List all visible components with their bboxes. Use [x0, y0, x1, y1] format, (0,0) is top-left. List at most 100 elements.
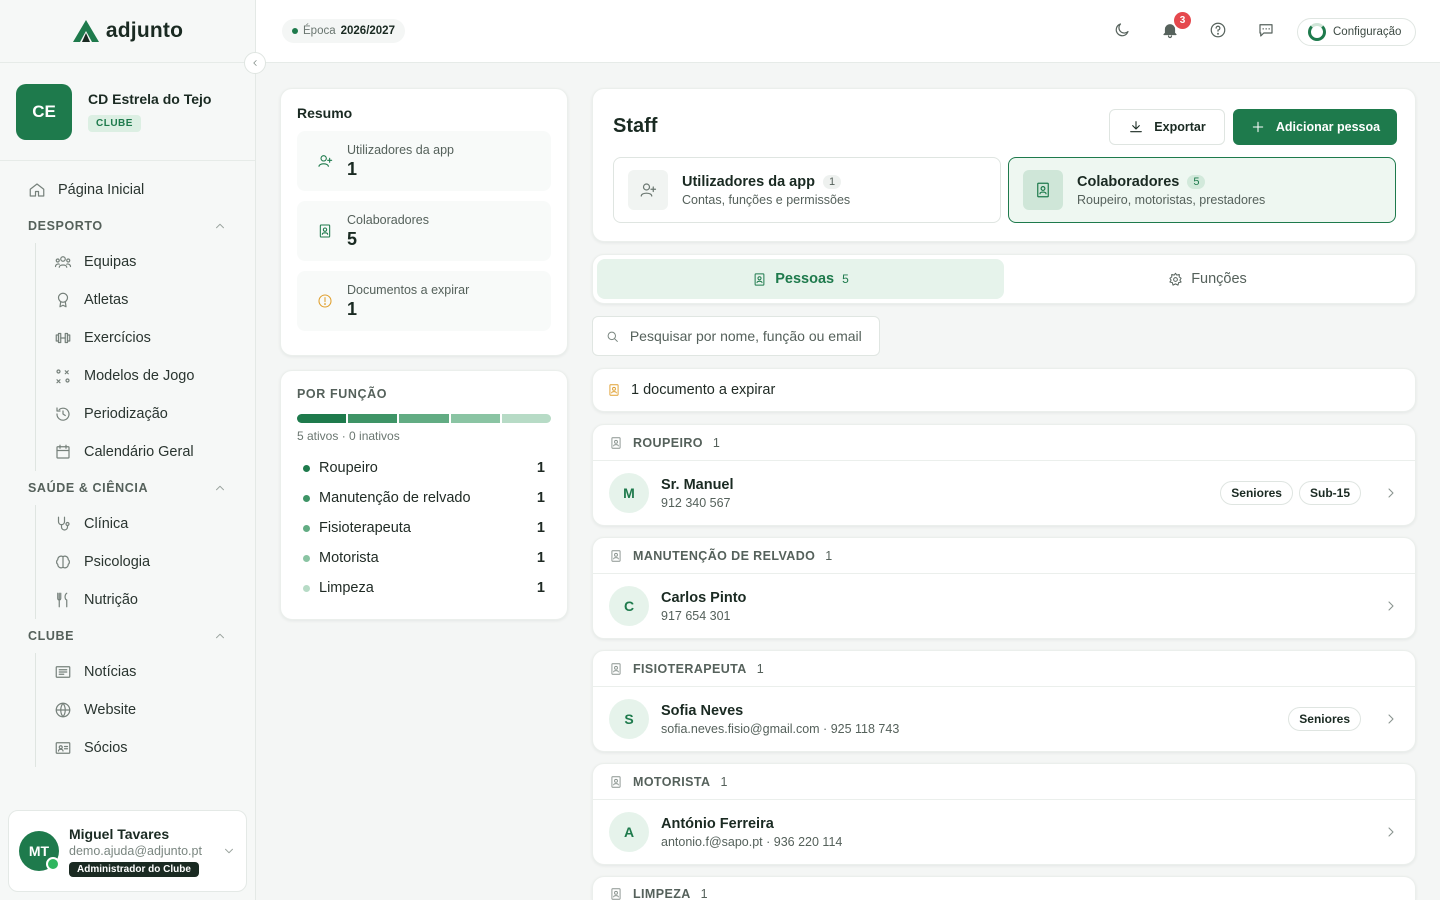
group-count: 1: [712, 435, 721, 450]
role-distribution-bar: [297, 414, 551, 423]
role-count: 1: [536, 490, 545, 506]
role-color-dot: [303, 584, 310, 592]
sidebar-item-website[interactable]: Website: [36, 691, 255, 729]
messages-button[interactable]: [1257, 21, 1275, 39]
help-icon: [1210, 22, 1226, 38]
logo-mark-icon: [72, 20, 99, 42]
user-menu[interactable]: MT Miguel Tavares demo.ajuda@adjunto.pt …: [8, 810, 247, 892]
tab-label: Funções: [1191, 271, 1247, 287]
document-warning-icon: [609, 384, 619, 396]
summary-item-expiring-documents[interactable]: Documentos a expirar 1: [297, 271, 551, 331]
sidebar-item-calendario-geral[interactable]: Calendário Geral: [36, 433, 255, 471]
team-icon: [54, 256, 72, 268]
sidebar-item-exercicios[interactable]: Exercícios: [36, 319, 255, 357]
dark-mode-toggle[interactable]: [1113, 21, 1131, 39]
tabs: Pessoas 5 Funções: [592, 254, 1416, 304]
club-switcher[interactable]: CE CD Estrela do Tejo CLUBE: [0, 63, 255, 161]
nav-section-clube[interactable]: CLUBE: [0, 619, 255, 653]
nav-section-title: DESPORTO: [28, 219, 103, 233]
role-row[interactable]: Limpeza 1: [297, 573, 551, 603]
add-person-button[interactable]: Adicionar pessoa: [1233, 109, 1397, 145]
list-item[interactable]: S Sofia Neves sofia.neves.fisio@gmail.co…: [593, 687, 1415, 751]
sidebar-item-label: Calendário Geral: [84, 444, 194, 460]
sidebar-item-label: Sócios: [84, 740, 128, 756]
group-header: ROUPEIRO 1: [593, 425, 1415, 461]
season-selector[interactable]: Época 2026/2027: [282, 19, 405, 43]
user-role-badge: Administrador do Clube: [69, 861, 199, 877]
utensils-icon: [57, 592, 68, 608]
sidebar-item-equipas[interactable]: Equipas: [36, 243, 255, 281]
person-contact: 917 654 301: [661, 608, 731, 623]
role-name: Limpeza: [319, 580, 374, 596]
nav-section-desporto[interactable]: DESPORTO: [0, 209, 255, 243]
expiring-documents-alert[interactable]: 1 documento a expirar: [592, 368, 1416, 412]
team-tag: Sub-15: [1298, 481, 1361, 505]
role-list: Roupeiro 1 Manutenção de relvado 1 Fisiotera…: [297, 453, 551, 603]
sidebar-item-psicologia[interactable]: Psicologia: [36, 543, 255, 581]
group-title: FISIOTERAPEUTA: [633, 661, 747, 676]
download-icon: [1130, 121, 1143, 133]
sidebar-item-atletas[interactable]: Atletas: [36, 281, 255, 319]
sidebar-item-nutricao[interactable]: Nutrição: [36, 581, 255, 619]
role-color-dot: [303, 554, 310, 562]
badge-icon: [611, 888, 621, 900]
sidebar-item-label: Atletas: [84, 292, 129, 308]
tab-functions[interactable]: Funções: [1004, 259, 1411, 299]
segment-collaborators[interactable]: Colaboradores 5 Roupeiro, motoristas, pr…: [1008, 157, 1396, 223]
brand-logo[interactable]: adjunto: [0, 0, 255, 63]
summary-item-collaborators[interactable]: Colaboradores 5: [297, 201, 551, 261]
person-contact: antonio.f@sapo.pt · 936 220 114: [661, 834, 843, 849]
segment-app-users[interactable]: Utilizadores da app 1 Contas, funções e …: [613, 157, 1001, 223]
user-add-icon: [318, 155, 333, 167]
avatar: C: [609, 586, 649, 626]
export-button[interactable]: Exportar: [1109, 109, 1225, 145]
person-name: António Ferreira: [661, 815, 774, 832]
role-row[interactable]: Motorista 1: [297, 543, 551, 573]
group-header: LIMPEZA 1: [593, 877, 1415, 900]
sidebar-item-socios[interactable]: Sócios: [36, 729, 255, 767]
segment-icon: [1023, 170, 1063, 210]
configuration-label: Configuração: [1333, 26, 1402, 38]
search-input[interactable]: [629, 328, 867, 344]
summary-label: Colaboradores: [347, 212, 429, 227]
configuration-button[interactable]: Configuração: [1297, 18, 1416, 46]
stethoscope-icon: [57, 516, 70, 531]
list-item[interactable]: M Sr. Manuel 912 340 567 Seniores Sub-15: [593, 461, 1415, 525]
role-bar-segment: [348, 414, 398, 423]
role-row[interactable]: Manutenção de relvado 1: [297, 483, 551, 513]
brand-name: adjunto: [105, 19, 184, 42]
list-item[interactable]: A António Ferreira antonio.f@sapo.pt · 9…: [593, 800, 1415, 864]
summary-item-app-users[interactable]: Utilizadores da app 1: [297, 131, 551, 191]
nav-section-saude-ciencia[interactable]: SAÚDE & CIÊNCIA: [0, 471, 255, 505]
badge-icon: [319, 224, 331, 238]
sidebar-item-periodizacao[interactable]: Periodização: [36, 395, 255, 433]
role-row[interactable]: Fisioterapeuta 1: [297, 513, 551, 543]
sidebar-item-home[interactable]: Página Inicial: [0, 171, 255, 209]
segment-count: 5: [1187, 174, 1206, 189]
help-button[interactable]: [1209, 21, 1227, 39]
topbar: Época 2026/2027 3 Configuração: [256, 0, 1440, 63]
team-tags: Seniores: [1288, 707, 1361, 731]
chevron-right-icon: [1388, 827, 1394, 837]
group-title: LIMPEZA: [633, 887, 691, 900]
chat-icon: [1259, 24, 1273, 37]
avatar: A: [609, 812, 649, 852]
tab-people[interactable]: Pessoas 5: [597, 259, 1004, 299]
newspaper-icon: [55, 666, 71, 678]
search-box[interactable]: [592, 316, 880, 356]
notification-badge: 3: [1174, 12, 1191, 29]
sidebar: adjunto CE CD Estrela do Tejo CLUBE Pági…: [0, 0, 256, 900]
sidebar-collapse-button[interactable]: [244, 52, 266, 74]
sidebar-item-clinica[interactable]: Clínica: [36, 505, 255, 543]
group-count: 1: [825, 548, 833, 563]
sidebar-item-modelos-de-jogo[interactable]: Modelos de Jogo: [36, 357, 255, 395]
group-title: ROUPEIRO: [633, 435, 703, 450]
sidebar-item-label: Website: [84, 702, 137, 718]
team-tags: Seniores Sub-15: [1220, 481, 1361, 505]
role-row[interactable]: Roupeiro 1: [297, 453, 551, 483]
sidebar-item-noticias[interactable]: Notícias: [36, 653, 255, 691]
role-group-roupeiro: ROUPEIRO 1 M Sr. Manuel 912 340 567 Seni…: [592, 424, 1416, 526]
list-item[interactable]: C Carlos Pinto 917 654 301: [593, 574, 1415, 638]
nav-group-clube: Notícias Website Sócios: [35, 653, 255, 767]
role-color-dot: [303, 464, 310, 472]
